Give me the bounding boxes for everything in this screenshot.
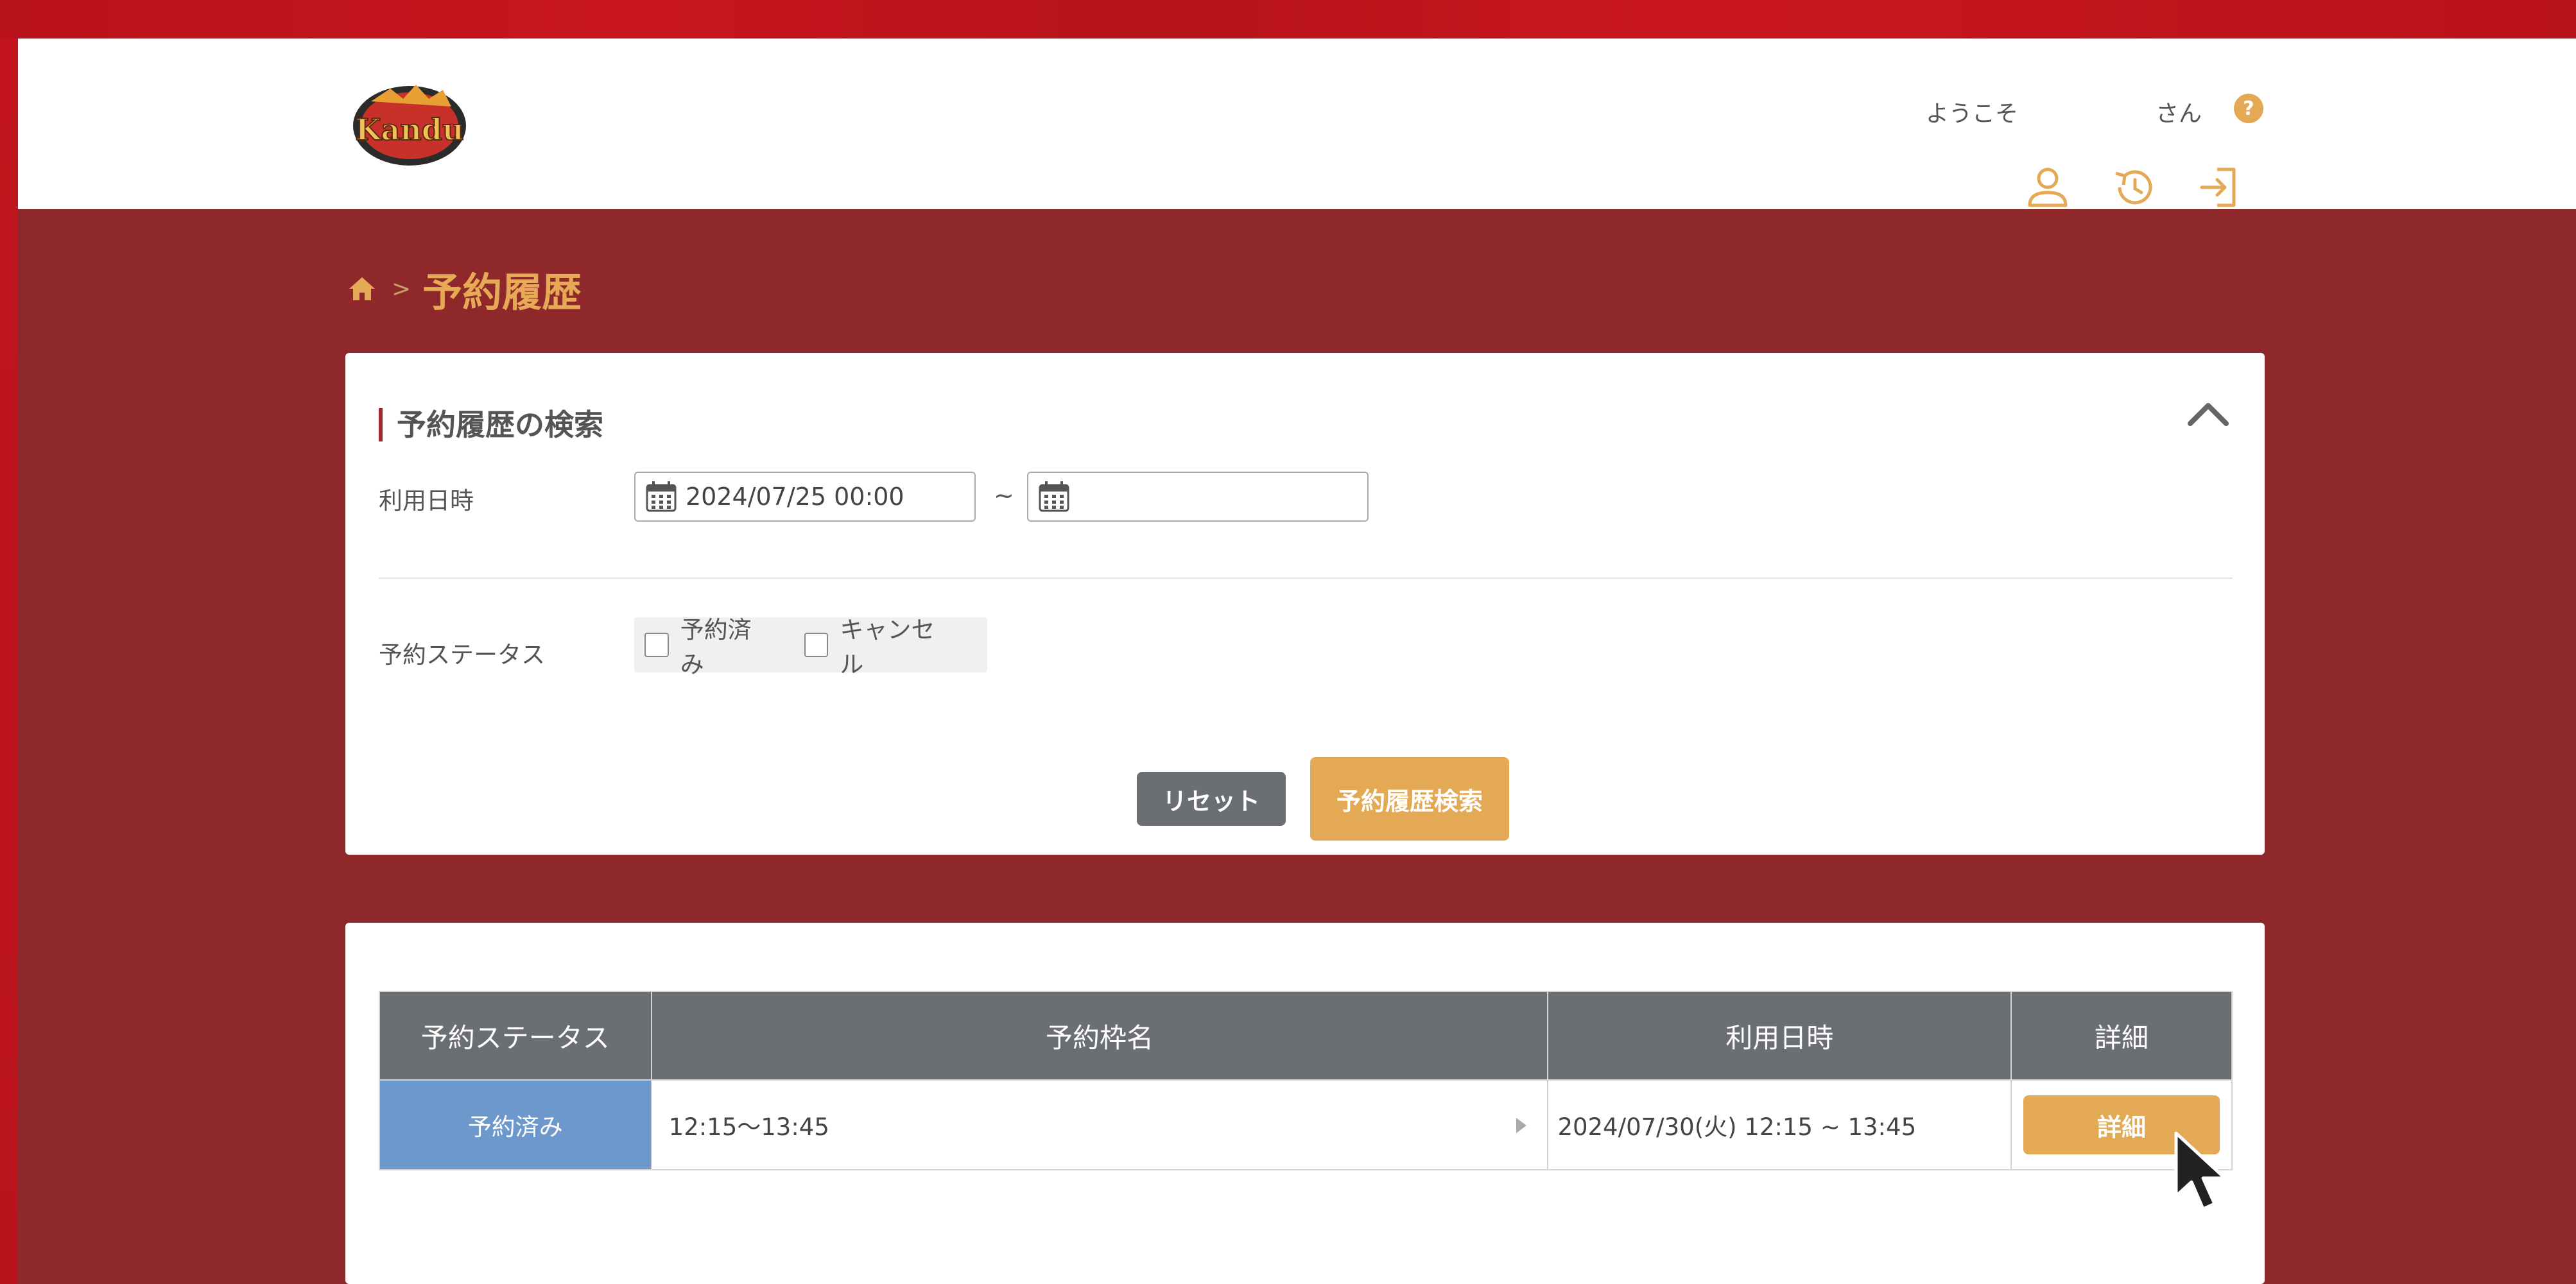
reservation-name: 12:15〜13:45 (668, 1113, 829, 1141)
breadcrumb: > 予約履歴 (345, 257, 582, 321)
search-section-title: 予約履歴の検索 (379, 408, 603, 441)
date-range-separator: ~ (994, 481, 1014, 509)
status-label: 予約ステータス (379, 641, 545, 669)
kandu-logo[interactable]: Kandu (345, 76, 474, 172)
divider (379, 578, 2233, 579)
column-header-name: 予約枠名 (650, 991, 1549, 1081)
mouse-cursor-icon (2174, 1131, 2227, 1211)
welcome-prefix: ようこそ (1926, 101, 2019, 127)
status-option-cancel[interactable]: キャンセル (804, 610, 958, 680)
date-label: 利用日時 (379, 487, 474, 515)
chevron-up-icon[interactable] (2183, 395, 2234, 434)
results-table: 予約ステータス 予約枠名 利用日時 詳細 予約済み 12:15〜13:45 20… (379, 991, 2233, 1170)
page-title: 予約履歴 (422, 269, 582, 316)
logout-icon[interactable] (2191, 160, 2245, 214)
results-card: 予約ステータス 予約枠名 利用日時 詳細 予約済み 12:15〜13:45 20… (345, 923, 2265, 1284)
left-strip (0, 39, 18, 1284)
reservation-datetime: 2024/07/30(火) 12:15 ~ 13:45 (1547, 1079, 2012, 1170)
site-header: Kandu ようこそ さん ? (18, 39, 2576, 209)
status-option-reserved[interactable]: 予約済み (644, 610, 775, 680)
calendar-icon (1039, 481, 1069, 512)
help-icon[interactable]: ? (2233, 92, 2265, 124)
welcome-suffix: さん (2156, 101, 2202, 127)
top-band (0, 0, 2576, 39)
date-from-input[interactable]: 2024/07/25 00:00 (634, 472, 976, 522)
svg-text:Kandu: Kandu (356, 112, 464, 147)
status-checkbox-group: 予約済み キャンセル (634, 616, 987, 678)
column-header-status: 予約ステータス (379, 991, 652, 1081)
date-from-value: 2024/07/25 00:00 (686, 483, 904, 511)
svg-text:?: ? (2243, 98, 2254, 120)
reset-button[interactable]: リセット (1137, 772, 1286, 826)
checkbox[interactable] (804, 633, 829, 657)
checkbox-label: 予約済み (680, 616, 752, 678)
home-icon[interactable] (345, 272, 379, 305)
table-row: 予約済み 12:15〜13:45 2024/07/30(火) 12:15 ~ 1… (379, 1079, 2233, 1170)
reservation-name-cell[interactable]: 12:15〜13:45 (650, 1079, 1549, 1170)
column-header-detail: 詳細 (2010, 991, 2233, 1081)
table-header-row: 予約ステータス 予約枠名 利用日時 詳細 (379, 991, 2233, 1081)
breadcrumb-separator: > (392, 275, 411, 302)
column-header-datetime: 利用日時 (1547, 991, 2012, 1081)
calendar-icon (646, 481, 677, 512)
history-icon[interactable] (2107, 160, 2161, 214)
user-icon[interactable] (2021, 160, 2075, 214)
search-card: 予約履歴の検索 利用日時 2024/07/25 00:00 ~ 予約ステータス … (345, 353, 2265, 855)
status-badge: 予約済み (379, 1079, 652, 1170)
page-frame: Kandu ようこそ さん ? > 予約履歴 予約履歴の検索 利用日時 2024… (18, 39, 2576, 1284)
date-to-input[interactable] (1027, 472, 1369, 522)
checkbox[interactable] (644, 633, 669, 657)
caret-right-icon (1516, 1118, 1527, 1133)
checkbox-label: キャンセル (840, 616, 935, 678)
search-button[interactable]: 予約履歴検索 (1310, 757, 1509, 841)
